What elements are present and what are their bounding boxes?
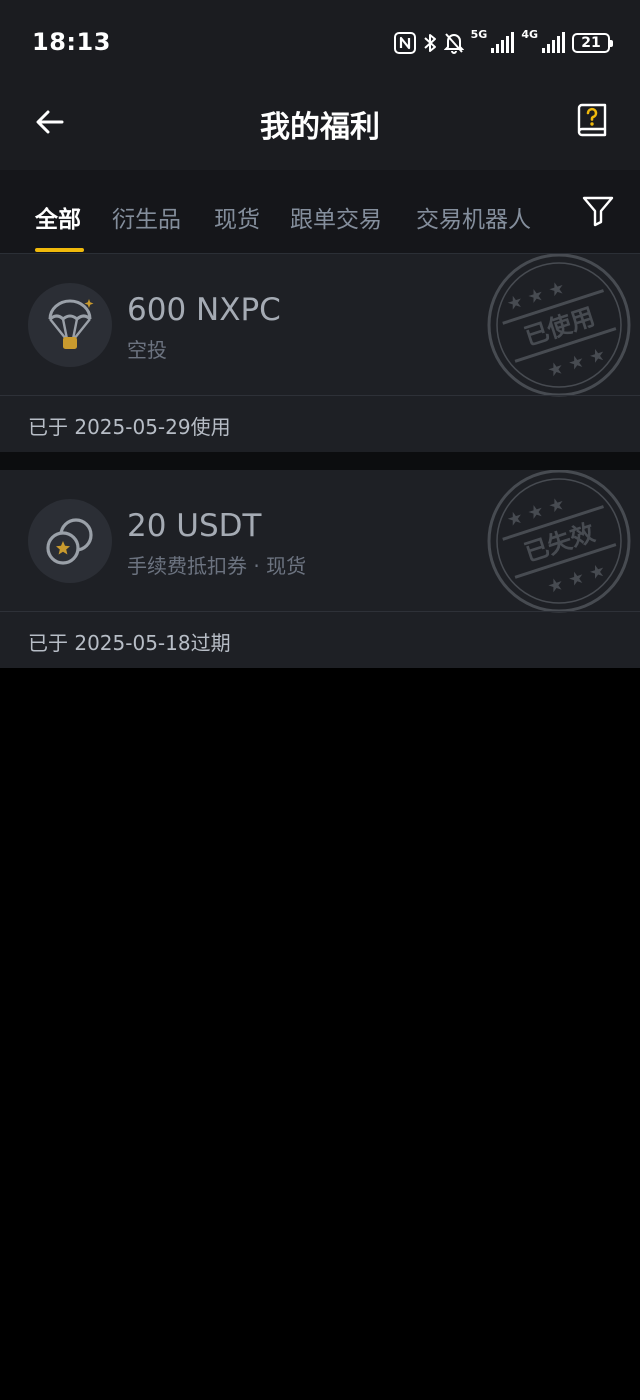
reward-status-text: 已于 2025-05-18过期: [28, 631, 231, 655]
status-icons: 5G 4G 21: [393, 28, 613, 56]
header: 我的福利: [0, 86, 640, 170]
tab-spot[interactable]: 现货: [214, 200, 260, 234]
reward-amount: 20 USDT: [127, 508, 262, 544]
card-gap: [0, 452, 640, 470]
expired-stamp: ★ ★ ★ ★ ★ ★ 已失效: [487, 470, 631, 613]
coins-icon: [46, 518, 93, 565]
stamp-text: 已失效: [521, 518, 598, 567]
reward-card[interactable]: 20 USDT 手续费抵扣券 · 现货 ★ ★ ★ ★ ★ ★ 已失效 已于 2…: [0, 470, 640, 668]
status-time: 18:13: [32, 28, 111, 56]
status-bar: 18:13 5G 4G 21: [0, 0, 640, 86]
reward-status-text: 已于 2025-05-29使用: [28, 415, 231, 439]
page-title: 我的福利: [260, 110, 380, 145]
tab-copy-trading[interactable]: 跟单交易: [290, 200, 382, 234]
stamp-text: 已使用: [521, 302, 598, 351]
reward-card-body: 20 USDT 手续费抵扣券 · 现货 ★ ★ ★ ★ ★ ★ 已失效: [0, 470, 640, 613]
network-4g-label: 4G: [521, 28, 538, 41]
tab-derivatives[interactable]: 衍生品: [112, 200, 181, 234]
mute-bell-icon: [443, 33, 464, 54]
screen: 18:13 5G 4G 21 我的福利 全部 衍生品 现货 跟单交易 交易机器人…: [0, 0, 640, 1400]
reward-card-body: 600 NXPC 空投 ★ ★ ★ ★ ★ ★ 已使用: [0, 254, 640, 397]
bluetooth-icon: [423, 34, 436, 52]
reward-type: 手续费抵扣券 · 现货: [127, 554, 307, 578]
reward-icon-wrap: [28, 499, 112, 583]
active-tab-indicator: [35, 248, 84, 252]
card-divider: [0, 395, 640, 396]
reward-icon-wrap: [28, 283, 112, 367]
help-button[interactable]: [572, 100, 612, 140]
reward-card[interactable]: 600 NXPC 空投 ★ ★ ★ ★ ★ ★ 已使用 已于 2025-05-2…: [0, 254, 640, 452]
reward-type: 空投: [127, 338, 167, 362]
signal-5g-icon: [491, 32, 515, 53]
filter-button[interactable]: [580, 192, 616, 228]
card-divider: [0, 611, 640, 612]
used-stamp: ★ ★ ★ ★ ★ ★ 已使用: [487, 254, 631, 397]
filter-icon: [582, 196, 614, 227]
nfc-icon: [393, 32, 416, 54]
battery-icon: 21: [572, 33, 613, 53]
battery-level: 21: [581, 35, 601, 51]
reward-amount: 600 NXPC: [127, 292, 281, 328]
category-tabs: 全部 衍生品 现货 跟单交易 交易机器人: [0, 170, 640, 254]
network-5g-label: 5G: [470, 28, 488, 41]
tab-all[interactable]: 全部: [35, 200, 81, 234]
tab-trading-bots[interactable]: 交易机器人: [416, 200, 531, 234]
help-book-icon: [577, 103, 607, 137]
signal-4g-icon: [542, 32, 565, 53]
parachute-icon: [48, 299, 94, 349]
